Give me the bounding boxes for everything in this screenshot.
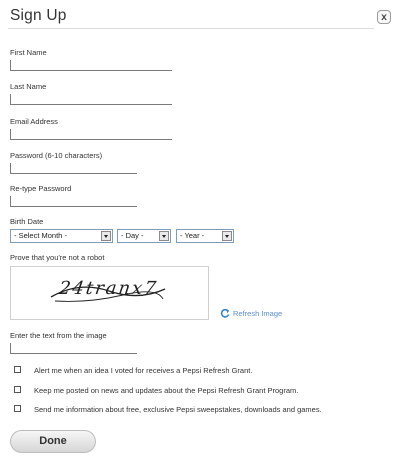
birth-year-select[interactable]: - Year - — [176, 229, 234, 243]
first-name-field[interactable] — [10, 60, 172, 71]
news-updates-label: Keep me posted on news and updates about… — [34, 386, 299, 395]
captcha-input-label: Enter the text from the image — [10, 331, 107, 340]
birth-year-value: - Year - — [180, 231, 205, 240]
news-updates-checkbox[interactable] — [14, 386, 21, 393]
captcha-image: 24tranx7 — [10, 266, 209, 320]
email-label: Email Address — [10, 117, 58, 126]
chevron-down-icon — [222, 231, 232, 241]
password-field[interactable] — [10, 163, 137, 174]
birth-month-select[interactable]: - Select Month - — [10, 229, 113, 243]
chevron-down-icon — [159, 231, 169, 241]
refresh-image-link[interactable]: Refresh Image — [220, 308, 282, 318]
birth-day-select[interactable]: - Day - — [117, 229, 171, 243]
password-label: Password (6-10 characters) — [10, 151, 103, 160]
chevron-down-icon — [101, 231, 111, 241]
sweepstakes-checkbox[interactable] — [14, 405, 21, 412]
done-button[interactable]: Done — [10, 430, 96, 453]
retype-password-label: Re-type Password — [10, 184, 72, 193]
refresh-icon — [220, 308, 230, 318]
sweepstakes-label: Send me information about free, exclusiv… — [34, 405, 322, 414]
last-name-label: Last Name — [10, 82, 47, 91]
refresh-image-label: Refresh Image — [233, 309, 283, 318]
close-button[interactable]: x — [377, 10, 391, 24]
close-icon: x — [381, 12, 387, 23]
last-name-field[interactable] — [10, 94, 172, 105]
title-divider — [8, 28, 374, 29]
captcha-input-field[interactable] — [10, 343, 137, 354]
email-field[interactable] — [10, 129, 172, 140]
birth-month-value: - Select Month - — [14, 231, 67, 240]
first-name-label: First Name — [10, 48, 47, 57]
alert-grant-checkbox[interactable] — [14, 366, 21, 373]
alert-grant-label: Alert me when an idea I voted for receiv… — [34, 366, 253, 375]
captcha-text: 24tranx7 — [57, 278, 160, 299]
birth-date-label: Birth Date — [10, 217, 44, 226]
birth-day-value: - Day - — [121, 231, 144, 240]
captcha-label: Prove that you're not a robot — [10, 253, 105, 262]
dialog-title: Sign Up — [10, 7, 67, 24]
retype-password-field[interactable] — [10, 196, 137, 207]
